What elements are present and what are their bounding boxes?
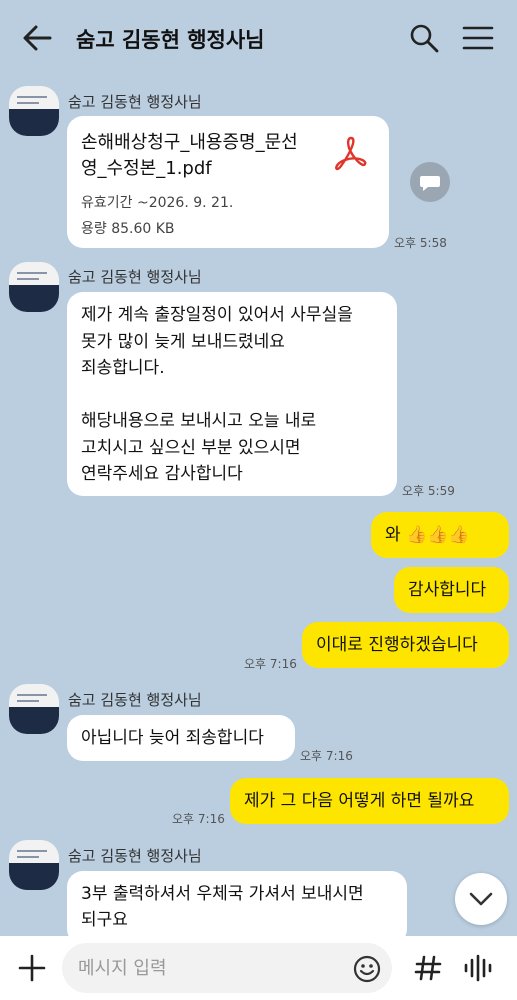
avatar-detail <box>9 108 59 136</box>
hashtag-icon[interactable] <box>412 952 444 984</box>
file-size: 용량 85.60 KB <box>81 221 175 237</box>
message-bubble: 아닙니다 늦어 죄송합니다 <box>67 715 295 761</box>
sender-name: 숨고 김동현 행정사님 <box>68 93 202 111</box>
plus-icon[interactable] <box>14 950 50 986</box>
avatar-detail <box>17 278 39 280</box>
avatar-detail <box>9 862 59 890</box>
message-time: 오후 5:59 <box>402 484 455 498</box>
search-icon[interactable] <box>408 22 440 54</box>
my-message-bubble: 감사합니다 <box>394 567 509 613</box>
menu-icon[interactable] <box>460 22 496 54</box>
message-bubble: 3부 출력하셔서 우체국 가셔서 보내시면 되구요 <box>67 871 407 945</box>
chat-bubble-icon <box>420 176 440 191</box>
file-message-bubble[interactable]: 손해배상청구_내용증명_문선영_수정본_1.pdf 유효기간 ~2026. 9.… <box>67 116 389 248</box>
sender-name: 숨고 김동현 행정사님 <box>68 691 202 709</box>
file-name: 손해배상청구_내용증명_문선영_수정본_1.pdf <box>81 132 298 179</box>
avatar-detail <box>17 700 39 702</box>
pdf-icon <box>335 136 367 171</box>
avatar-detail <box>17 694 47 696</box>
avatar-detail <box>17 850 47 852</box>
sender-name: 숨고 김동현 행정사님 <box>68 847 202 865</box>
message-time: 오후 7:16 <box>244 657 297 671</box>
message-bubble: 제가 계속 출장일정이 있어서 사무실을 못가 많이 늦게 보내드렸네요 죄송합… <box>67 292 397 496</box>
voice-wave-icon[interactable] <box>460 952 496 984</box>
my-message-bubble: 제가 그 다음 어떻게 하면 될까요 <box>230 778 509 824</box>
my-message-bubble: 와 👍👍👍 <box>371 512 509 558</box>
message-time: 오후 7:16 <box>300 749 353 763</box>
scroll-to-bottom-button[interactable] <box>455 873 507 925</box>
message-time: 오후 7:16 <box>172 812 225 826</box>
my-message-bubble: 이대로 진행하겠습니다 <box>302 622 509 668</box>
avatar-detail <box>17 856 39 858</box>
sender-name: 숨고 김동현 행정사님 <box>68 268 202 286</box>
message-time: 오후 5:58 <box>394 236 447 250</box>
avatar[interactable] <box>9 86 59 136</box>
chevron-down-icon <box>469 892 493 906</box>
chat-header: 숨고 김동현 행정사님 <box>0 0 517 76</box>
avatar[interactable] <box>9 262 59 312</box>
message-input-bar <box>0 936 517 1000</box>
emoji-icon[interactable] <box>352 954 382 984</box>
avatar-detail <box>17 272 47 274</box>
avatar-detail <box>17 102 39 104</box>
chat-title: 숨고 김동현 행정사님 <box>76 28 265 52</box>
avatar-detail <box>9 284 59 312</box>
file-expiry: 유효기간 ~2026. 9. 21. <box>81 195 234 211</box>
avatar[interactable] <box>9 684 59 734</box>
avatar-detail <box>9 706 59 734</box>
share-button[interactable] <box>410 162 450 202</box>
avatar[interactable] <box>9 840 59 890</box>
avatar-detail <box>17 96 47 98</box>
message-input[interactable] <box>62 943 392 993</box>
back-arrow-icon[interactable] <box>20 22 56 54</box>
